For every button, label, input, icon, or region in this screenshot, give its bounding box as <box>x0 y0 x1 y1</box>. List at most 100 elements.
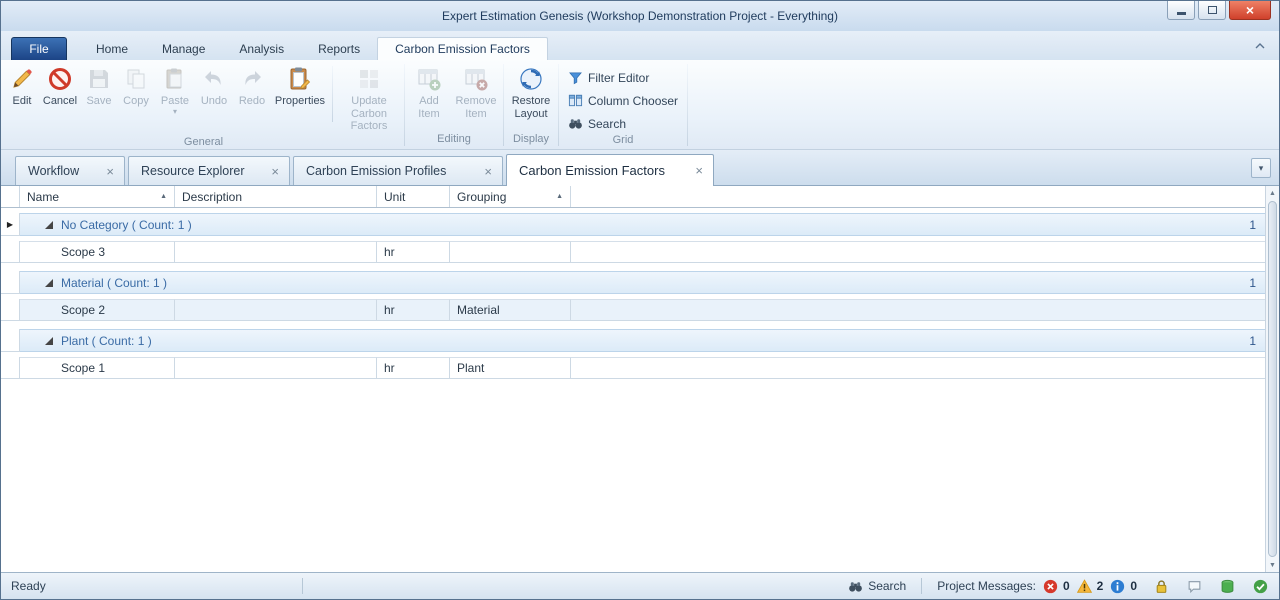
remove-item-icon <box>463 66 489 92</box>
row-indicator <box>1 241 20 263</box>
collapse-ribbon-button[interactable] <box>1251 39 1269 53</box>
scroll-up-icon[interactable]: ▲ <box>1266 186 1279 200</box>
filter-editor-button[interactable]: Filter Editor <box>561 67 656 88</box>
cell-name: Scope 1 <box>20 357 175 379</box>
collapse-group-icon[interactable] <box>44 336 54 346</box>
cancel-icon <box>47 66 73 92</box>
current-row-indicator: ▶ <box>1 213 20 236</box>
cell-grouping: Material <box>450 299 571 321</box>
cell-filler <box>571 241 1265 263</box>
ribbon-group-general: Edit Cancel Save Copy Paste ▾ <box>5 61 402 149</box>
title-bar[interactable]: Expert Estimation Genesis (Workshop Demo… <box>1 1 1279 31</box>
vertical-scrollbar[interactable]: ▲ ▼ <box>1265 186 1279 572</box>
database-status-button[interactable] <box>1219 578 1236 595</box>
cell-description <box>175 241 377 263</box>
column-header-name[interactable]: Name ▲ <box>20 186 175 207</box>
doc-tab-resource-explorer[interactable]: Resource Explorer × <box>128 156 290 185</box>
row-indicator <box>1 329 20 352</box>
error-messages[interactable]: 0 <box>1043 579 1070 594</box>
minimize-button[interactable] <box>1167 1 1195 20</box>
tab-file[interactable]: File <box>11 37 67 60</box>
search-button[interactable]: Search <box>561 113 633 134</box>
tab-reports[interactable]: Reports <box>301 37 377 60</box>
collapse-group-icon[interactable] <box>44 278 54 288</box>
update-carbon-factors-button[interactable]: Update Carbon Factors <box>336 63 402 136</box>
remove-item-button[interactable]: Remove Item <box>451 63 501 123</box>
save-button[interactable]: Save <box>81 63 117 111</box>
grid-row-scope-3[interactable]: Scope 3 hr <box>1 241 1265 263</box>
warning-messages[interactable]: 2 <box>1077 579 1104 594</box>
column-header-grouping[interactable]: Grouping ▲ <box>450 186 571 207</box>
ribbon-group-editing: Add Item Remove Item Editing <box>407 61 501 149</box>
grid-row-scope-1[interactable]: Scope 1 hr Plant <box>1 357 1265 379</box>
database-icon <box>1220 579 1235 594</box>
lock-status-button[interactable] <box>1153 578 1170 595</box>
header-indicator-cell <box>1 186 20 207</box>
error-icon <box>1043 579 1058 594</box>
info-icon <box>1110 579 1125 594</box>
doc-tab-carbon-emission-factors[interactable]: Carbon Emission Factors × <box>506 154 714 186</box>
cell-description <box>175 299 377 321</box>
current-row-arrow-icon: ▶ <box>7 220 13 229</box>
close-tab-icon[interactable]: × <box>695 163 703 178</box>
scrollbar-thumb[interactable] <box>1268 201 1277 557</box>
group-summary: 1 <box>1249 334 1265 348</box>
group-section-material: Material ( Count: 1 ) 1 Scope 2 hr Mater… <box>1 271 1265 321</box>
info-messages[interactable]: 0 <box>1110 579 1137 594</box>
header-filler-cell <box>571 186 1265 207</box>
ribbon-group-separator <box>503 64 504 146</box>
cancel-button[interactable]: Cancel <box>39 63 81 111</box>
update-carbon-factors-icon <box>356 66 382 92</box>
ribbon-group-separator <box>558 64 559 146</box>
scroll-down-icon[interactable]: ▼ <box>1266 558 1279 572</box>
warning-icon <box>1077 579 1092 594</box>
doc-tab-carbon-emission-profiles[interactable]: Carbon Emission Profiles × <box>293 156 503 185</box>
close-tab-icon[interactable]: × <box>271 164 279 179</box>
undo-button[interactable]: Undo <box>195 63 233 111</box>
doc-tab-workflow[interactable]: Workflow × <box>15 156 125 185</box>
properties-button[interactable]: Properties <box>271 63 329 111</box>
tab-list-dropdown-button[interactable]: ▾ <box>1251 158 1271 178</box>
close-button[interactable]: × <box>1229 1 1271 20</box>
comments-button[interactable] <box>1186 578 1203 595</box>
column-header-description[interactable]: Description <box>175 186 377 207</box>
add-item-button[interactable]: Add Item <box>407 63 451 123</box>
column-chooser-button[interactable]: Column Chooser <box>561 90 685 111</box>
tab-manage[interactable]: Manage <box>145 37 222 60</box>
maximize-button[interactable] <box>1198 1 1226 20</box>
dropdown-arrow-icon: ▾ <box>173 108 177 116</box>
restore-layout-button[interactable]: Restore Layout <box>506 63 556 123</box>
group-label-editing: Editing <box>407 133 501 149</box>
copy-button[interactable]: Copy <box>117 63 155 111</box>
redo-button[interactable]: Redo <box>233 63 271 111</box>
status-ready: Ready <box>11 579 294 593</box>
sort-ascending-icon: ▲ <box>552 193 563 200</box>
pencil-icon <box>9 66 35 92</box>
document-tab-bar: Workflow × Resource Explorer × Carbon Em… <box>1 150 1279 186</box>
status-search-button[interactable]: Search <box>848 579 906 594</box>
column-header-unit[interactable]: Unit <box>377 186 450 207</box>
connection-status-button[interactable] <box>1252 578 1269 595</box>
tab-home[interactable]: Home <box>79 37 145 60</box>
collapse-group-icon[interactable] <box>44 220 54 230</box>
tab-analysis[interactable]: Analysis <box>222 37 301 60</box>
tab-carbon-emission-factors[interactable]: Carbon Emission Factors <box>377 37 548 60</box>
group-row-no-category[interactable]: ▶ No Category ( Count: 1 ) 1 <box>1 213 1265 236</box>
paste-button[interactable]: Paste ▾ <box>155 63 195 119</box>
cell-unit: hr <box>377 299 450 321</box>
group-row-plant[interactable]: Plant ( Count: 1 ) 1 <box>1 329 1265 352</box>
group-row-material[interactable]: Material ( Count: 1 ) 1 <box>1 271 1265 294</box>
lock-icon <box>1154 579 1169 594</box>
row-indicator <box>1 357 20 379</box>
ribbon-separator <box>332 66 333 122</box>
warning-count: 2 <box>1097 579 1104 593</box>
edit-button[interactable]: Edit <box>5 63 39 111</box>
close-tab-icon[interactable]: × <box>106 164 114 179</box>
binoculars-icon <box>568 116 583 131</box>
group-label-general: General <box>5 136 402 149</box>
carbon-emission-factors-grid: Name ▲ Description Unit Grouping ▲ <box>1 186 1265 572</box>
grid-row-scope-2[interactable]: Scope 2 hr Material <box>1 299 1265 321</box>
ribbon-group-separator <box>687 64 688 146</box>
ribbon: Edit Cancel Save Copy Paste ▾ <box>1 60 1279 150</box>
close-tab-icon[interactable]: × <box>484 164 492 179</box>
